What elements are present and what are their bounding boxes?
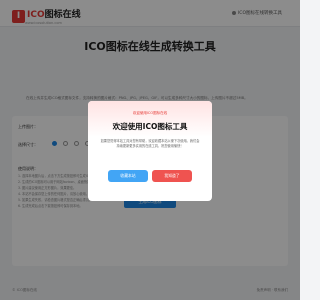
dismiss-button[interactable]: 我知道了 xyxy=(152,170,192,182)
welcome-modal: 欢迎使用ICO图标在线 欢迎使用ICO图标工具 如果您觉得本站工具对您有帮助，欢… xyxy=(88,101,212,201)
bookmark-button[interactable]: 收藏本站 xyxy=(108,170,148,182)
modal-body-text: 如果您觉得本站工具对您有帮助，欢迎收藏本站以便下次使用。我们会持续更新更多实用的… xyxy=(100,139,200,148)
modal-title: 欢迎使用ICO图标工具 xyxy=(112,122,188,131)
modal-eyebrow: 欢迎使用ICO图标在线 xyxy=(132,111,168,115)
